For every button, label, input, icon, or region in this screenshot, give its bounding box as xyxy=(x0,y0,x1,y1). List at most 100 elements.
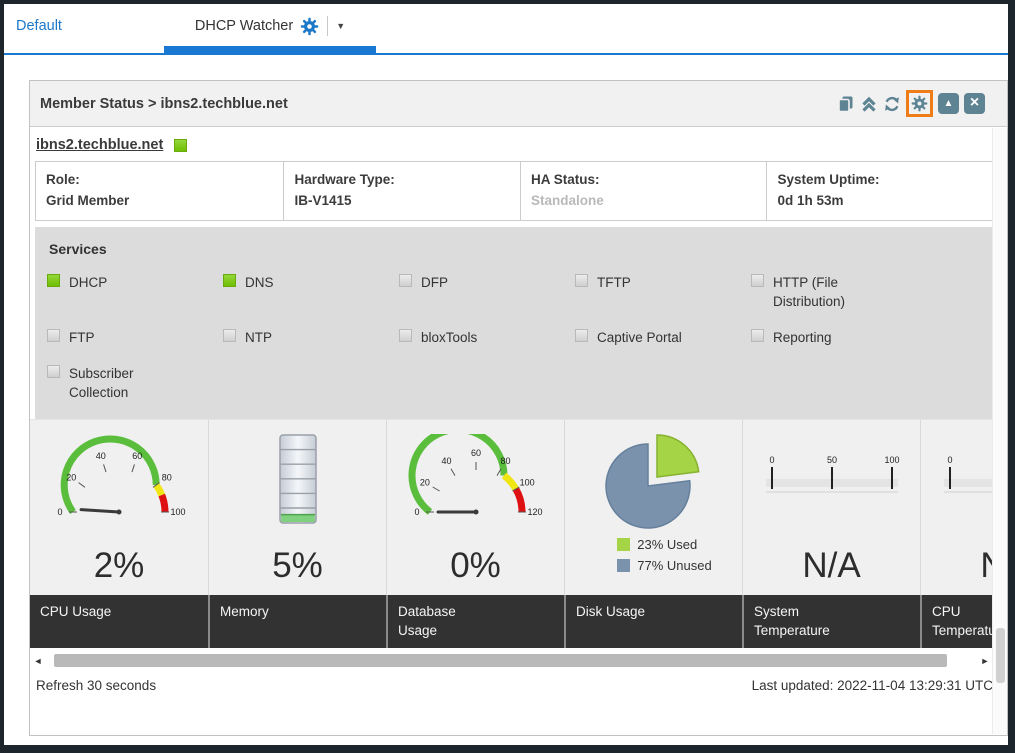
scroll-left-arrow-icon[interactable]: ◄ xyxy=(32,656,44,666)
svg-text:0: 0 xyxy=(57,507,62,517)
svg-text:0: 0 xyxy=(947,455,952,465)
member-row: ibns2.techblue.net xyxy=(30,127,993,161)
legend-color-swatch xyxy=(617,559,630,572)
gauge-label-disk-usage: Disk Usage xyxy=(564,595,742,649)
collapse-all-icon[interactable] xyxy=(860,95,878,113)
gauge-label-database-usage: Database Usage xyxy=(386,595,564,649)
gauge-readout: N/A xyxy=(921,537,993,595)
gauge-cpu-usage: 0204060801002% xyxy=(30,420,208,595)
service-reporting: Reporting xyxy=(751,328,927,348)
services-grid: DHCP DNS DFP TFTP HTTP (File Distribution) FT… xyxy=(47,273,993,403)
gauges-row: 0204060801002%5%0204060801001200%23% Use… xyxy=(30,419,993,595)
disk-usage-chart xyxy=(565,420,742,537)
service-status-off-indicator xyxy=(47,365,60,378)
info-value: Grid Member xyxy=(46,191,273,212)
service-label: HTTP (File Distribution) xyxy=(773,273,861,312)
gauge-readout: N/A xyxy=(743,537,920,595)
service-tftp: TFTP xyxy=(575,273,751,293)
service-status-on-indicator xyxy=(47,274,60,287)
service-ntp: NTP xyxy=(223,328,399,348)
database-usage-chart: 020406080100120 xyxy=(387,420,564,537)
gauge-database-usage: 0204060801001200% xyxy=(386,420,564,595)
gauge-label-text: System Temperature xyxy=(754,603,849,641)
member-info-table: Role: Grid Member Hardware Type: IB-V141… xyxy=(35,161,993,221)
scroll-right-arrow-icon[interactable]: ► xyxy=(979,656,991,666)
info-value: Standalone xyxy=(531,191,756,212)
svg-text:20: 20 xyxy=(419,478,429,488)
gauge-label-text: Database Usage xyxy=(398,603,493,641)
info-label: Hardware Type: xyxy=(294,170,510,191)
legend-item: 23% Used xyxy=(617,537,711,552)
scrollbar-track[interactable] xyxy=(46,654,977,667)
refresh-interval-text: Refresh 30 seconds xyxy=(36,678,156,693)
info-label: Role: xyxy=(46,170,273,191)
gauge-label-system-temperature: System Temperature xyxy=(742,595,920,649)
service-label: TFTP xyxy=(597,273,631,293)
active-tab-underline xyxy=(164,46,376,53)
gauge-label-memory: Memory xyxy=(208,595,386,649)
svg-text:50: 50 xyxy=(826,455,836,465)
svg-text:60: 60 xyxy=(132,451,142,461)
info-cell-ha-status: HA Status: Standalone xyxy=(520,162,766,220)
gauge-label-cpu-usage: CPU Usage xyxy=(30,595,208,649)
service-status-off-indicator xyxy=(751,274,764,287)
service-label: Captive Portal xyxy=(597,328,682,348)
minimize-widget-button[interactable]: ▲ xyxy=(938,93,959,114)
service-status-off-indicator xyxy=(399,274,412,287)
settings-gear-icon[interactable] xyxy=(906,90,933,117)
service-label: Reporting xyxy=(773,328,832,348)
service-status-on-indicator xyxy=(223,274,236,287)
svg-text:60: 60 xyxy=(470,448,480,458)
tab-default[interactable]: Default xyxy=(16,18,62,34)
service-status-off-indicator xyxy=(751,329,764,342)
gauge-readout: 5% xyxy=(209,537,386,595)
duplicate-icon[interactable] xyxy=(837,95,855,113)
gauge-cpu-temperature: 050100N/A xyxy=(920,420,993,595)
gauge-label-text: CPU Usage xyxy=(40,603,135,622)
gauge-label-text: Disk Usage xyxy=(576,603,671,622)
legend-label: 23% Used xyxy=(637,537,697,552)
service-ftp: FTP xyxy=(47,328,223,348)
vertical-scrollbar[interactable] xyxy=(992,128,1007,734)
refresh-icon[interactable] xyxy=(883,95,901,113)
gauge-system-temperature: 050100N/A xyxy=(742,420,920,595)
scrollbar-thumb[interactable] xyxy=(54,654,947,667)
gauge-readout: 23% Used 77% Unused xyxy=(565,537,742,595)
tab-label: DHCP Watcher xyxy=(195,18,293,34)
service-status-off-indicator xyxy=(399,329,412,342)
gauge-value: N/A xyxy=(802,546,860,586)
service-status-off-indicator xyxy=(223,329,236,342)
service-status-off-indicator xyxy=(575,329,588,342)
gauge-label-text: Memory xyxy=(220,603,315,622)
legend-color-swatch xyxy=(617,538,630,551)
tab-dhcp-watcher[interactable]: DHCP Watcher ▼ xyxy=(164,4,376,48)
horizontal-scrollbar: ◄ ► xyxy=(32,652,991,669)
gauge-memory: 5% xyxy=(208,420,386,595)
disk-usage-legend: 23% Used 77% Unused xyxy=(617,537,711,573)
widget-title: Member Status > ibns2.techblue.net xyxy=(40,96,837,112)
service-dhcp: DHCP xyxy=(47,273,223,293)
legend-label: 77% Unused xyxy=(637,558,711,573)
member-link[interactable]: ibns2.techblue.net xyxy=(36,137,163,153)
tab-menu-caret-icon[interactable]: ▼ xyxy=(336,21,345,31)
dashboard-tabbar: Default DHCP Watcher ▼ xyxy=(4,4,1008,54)
svg-text:80: 80 xyxy=(162,472,172,482)
service-label: DHCP xyxy=(69,273,107,293)
memory-chart xyxy=(209,420,386,537)
svg-text:80: 80 xyxy=(500,456,510,466)
service-dns: DNS xyxy=(223,273,399,293)
service-label: bloxTools xyxy=(421,328,477,348)
dashboard-screen: Default DHCP Watcher ▼ Member Status > i… xyxy=(0,0,1015,753)
close-widget-button[interactable]: × xyxy=(964,93,985,114)
widget-header: Member Status > ibns2.techblue.net ▲ × xyxy=(30,81,1007,127)
last-updated-text: Last updated: 2022-11-04 13:29:31 UTC xyxy=(752,678,993,693)
service-bloxtools: bloxTools xyxy=(399,328,575,348)
svg-text:0: 0 xyxy=(414,507,419,517)
gauge-readout: 0% xyxy=(387,537,564,595)
vertical-scrollbar-thumb[interactable] xyxy=(996,628,1005,683)
cpu-temperature-chart: 050100 xyxy=(921,420,993,537)
svg-text:0: 0 xyxy=(769,455,774,465)
service-label: DFP xyxy=(421,273,448,293)
services-section: Services DHCPDNSDFPTFTPHTTP (File Distri… xyxy=(35,227,993,419)
tab-settings-gear-icon[interactable] xyxy=(300,17,319,36)
